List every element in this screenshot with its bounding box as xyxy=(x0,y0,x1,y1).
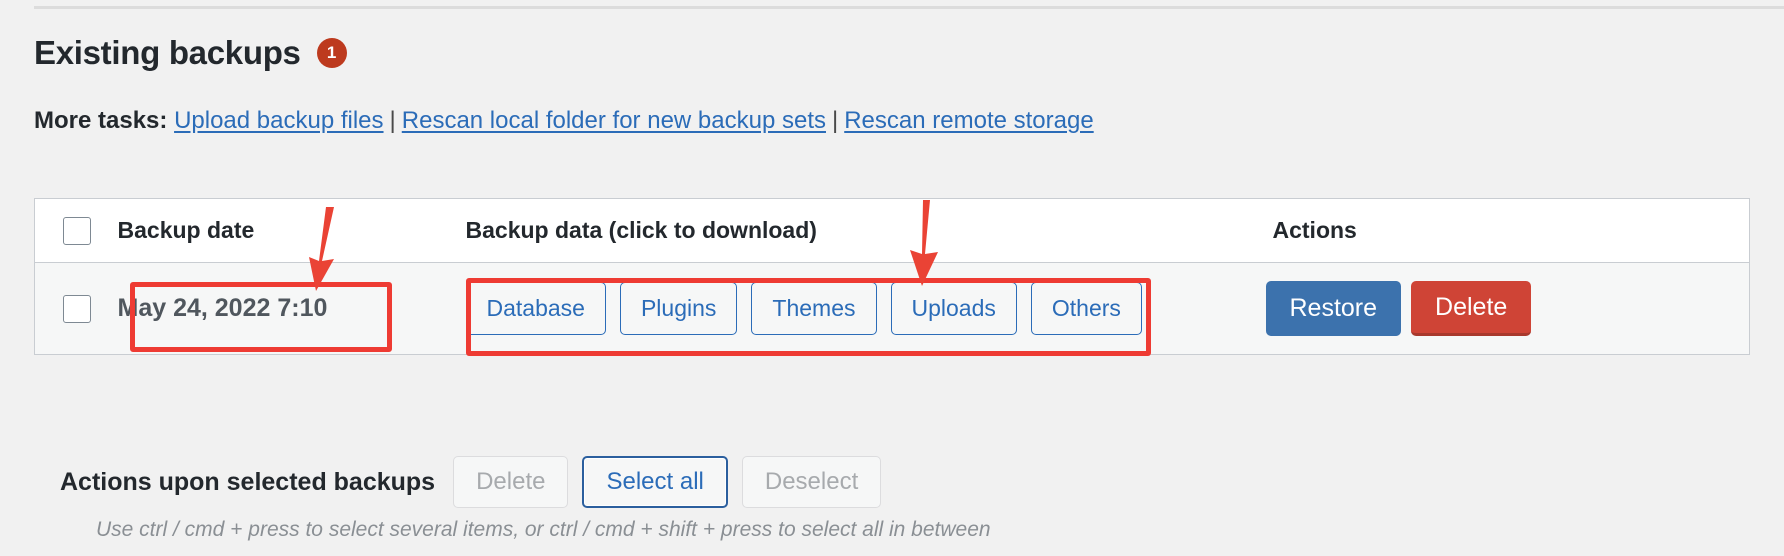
row-checkbox[interactable] xyxy=(63,294,91,323)
more-tasks-separator-2: | xyxy=(831,107,839,134)
bulk-actions-row: Actions upon selected backups Delete Sel… xyxy=(60,456,882,508)
delete-backup-button[interactable]: Delete xyxy=(1411,281,1532,336)
header-actions: Actions xyxy=(1264,198,1750,263)
existing-backups-page: Existing backups 1 More tasks: Upload ba… xyxy=(0,0,1784,556)
select-all-button[interactable]: Select all xyxy=(582,456,728,508)
download-database-button[interactable]: Database xyxy=(465,282,606,335)
download-plugins-button[interactable]: Plugins xyxy=(619,282,738,335)
selection-hint-text: Use ctrl / cmd + press to select several… xyxy=(96,518,991,541)
more-tasks-label: More tasks: xyxy=(34,107,168,134)
backup-data-buttons: Database Plugins Themes Uploads Others xyxy=(465,282,1264,335)
rescan-local-folder-link[interactable]: Rescan local folder for new backup sets xyxy=(402,107,826,134)
select-all-checkbox[interactable] xyxy=(63,216,91,245)
more-tasks-row: More tasks: Upload backup files | Rescan l… xyxy=(34,107,1094,136)
download-themes-button[interactable]: Themes xyxy=(751,282,877,335)
download-uploads-button[interactable]: Uploads xyxy=(890,282,1017,335)
header-backup-data: Backup data (click to download) xyxy=(464,198,1265,263)
header-select-all-cell xyxy=(34,198,117,263)
row-select-cell xyxy=(35,263,117,355)
table-header: Backup date Backup data (click to downlo… xyxy=(34,198,1750,263)
row-action-buttons: Restore Delete xyxy=(1265,281,1722,336)
row-date-cell: May 24, 2022 7:10 xyxy=(117,263,465,355)
bulk-actions-label: Actions upon selected backups xyxy=(60,467,436,496)
backup-date-value: May 24, 2022 7:10 xyxy=(117,294,328,322)
upload-backup-files-link[interactable]: Upload backup files xyxy=(174,107,383,134)
bulk-delete-button[interactable]: Delete xyxy=(453,456,569,508)
top-divider xyxy=(34,6,1784,9)
deselect-button[interactable]: Deselect xyxy=(741,456,882,508)
header-backup-date: Backup date xyxy=(116,198,465,263)
page-heading: Existing backups 1 xyxy=(34,36,347,69)
backup-count-badge: 1 xyxy=(316,37,347,68)
more-tasks-separator-1: | xyxy=(389,107,396,134)
table-row: May 24, 2022 7:10 Database Plugins Theme… xyxy=(34,262,1750,355)
download-others-button[interactable]: Others xyxy=(1030,282,1142,335)
table-header-row: Backup date Backup data (click to downlo… xyxy=(34,198,1750,263)
existing-backups-table: Backup date Backup data (click to downlo… xyxy=(34,198,1750,355)
rescan-remote-storage-link[interactable]: Rescan remote storage xyxy=(844,107,1093,134)
row-data-cell: Database Plugins Themes Uploads Others xyxy=(465,263,1265,355)
restore-button[interactable]: Restore xyxy=(1265,281,1402,336)
table-body: May 24, 2022 7:10 Database Plugins Theme… xyxy=(34,262,1750,355)
row-actions-cell: Restore Delete xyxy=(1265,263,1750,355)
page-title: Existing backups xyxy=(34,34,301,71)
